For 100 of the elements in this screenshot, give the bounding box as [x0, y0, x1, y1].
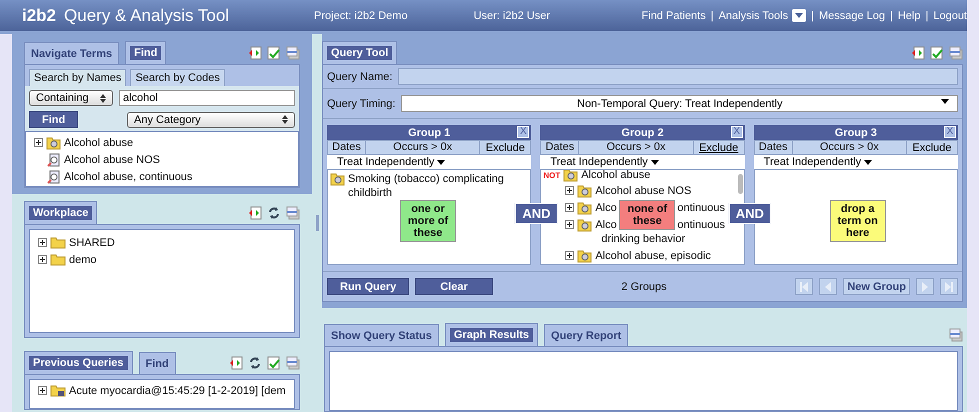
term-folder-icon [330, 172, 345, 186]
expand-icon[interactable] [565, 186, 574, 195]
group-mode-select[interactable]: Treat Independently [540, 155, 745, 169]
group-term[interactable]: Alcohol abuse [581, 170, 650, 181]
menu-link[interactable]: Analysis Tools [718, 9, 806, 22]
check-document-icon[interactable] [930, 46, 944, 60]
refresh-icon[interactable] [248, 356, 262, 370]
term-folder-icon [577, 218, 592, 232]
term-folder-icon [577, 248, 592, 262]
export-icon[interactable] [911, 46, 925, 60]
last-icon [944, 282, 954, 292]
group-mode-select[interactable]: Treat Independently [327, 155, 532, 169]
group-count: 2 Groups [620, 280, 668, 292]
check-document-icon[interactable] [267, 356, 281, 370]
refresh-icon[interactable] [267, 206, 281, 220]
menu-separator: | [710, 10, 714, 22]
group-hint: none of these [619, 200, 676, 230]
dropdown-icon[interactable] [792, 9, 806, 22]
query-tool-tab[interactable]: Query Tool [322, 41, 398, 64]
caret-icon [864, 160, 872, 164]
group-term[interactable]: Alcohol abuse, episodic [595, 250, 711, 262]
folder-icon [50, 236, 66, 249]
app-logo: i2b2 [22, 6, 56, 26]
menu-link[interactable]: Message Log [818, 10, 885, 22]
panel-tab[interactable]: Previous Queries [24, 351, 132, 374]
window-icon[interactable] [949, 46, 963, 60]
group-term[interactable]: Alco [595, 202, 622, 214]
clear-button[interactable]: Clear [415, 278, 493, 295]
user-label: User: i2b2 User [474, 10, 550, 22]
search-field[interactable]: alcohol [119, 90, 295, 106]
caret-icon [650, 160, 659, 164]
window-icon[interactable] [286, 46, 300, 60]
dates-label[interactable]: Dates [541, 141, 580, 154]
panel-tab[interactable]: Graph Results [444, 323, 538, 346]
group-term-fragment: drinking behavior [601, 232, 686, 244]
dates-label[interactable]: Dates [328, 141, 366, 154]
expand-icon[interactable] [565, 220, 574, 229]
window-icon[interactable] [949, 328, 963, 342]
caret-icon [941, 99, 949, 104]
right-arrow-icon [920, 282, 930, 292]
expand-icon[interactable] [38, 255, 47, 264]
export-icon[interactable] [248, 46, 262, 60]
term-document-icon [46, 152, 61, 166]
new-group-button[interactable]: New Group [843, 278, 910, 295]
query-folder-icon [50, 384, 66, 397]
panel-tab[interactable]: Find [125, 41, 166, 64]
expand-icon[interactable] [565, 203, 574, 212]
search-mode-tab[interactable]: Search by Names [29, 69, 126, 86]
exclude-toggle[interactable]: Exclude [480, 141, 530, 154]
check-document-icon[interactable] [267, 46, 281, 60]
workplace-folder[interactable]: demo [69, 254, 97, 266]
group-mode-select[interactable]: Treat Independently [754, 155, 958, 169]
group-hint: drop a term on here [830, 200, 886, 242]
category-select[interactable]: Any Category [127, 112, 295, 128]
term-item[interactable]: Alcohol abuse [64, 136, 134, 148]
stepper-icon [100, 94, 106, 102]
panel-tab[interactable]: Show Query Status [324, 324, 439, 346]
menu-link[interactable]: Logout [933, 10, 967, 22]
run-query-button[interactable]: Run Query [327, 278, 410, 295]
expand-icon[interactable] [38, 238, 47, 247]
term-folder-icon [577, 184, 592, 198]
expand-icon[interactable] [38, 386, 47, 395]
exclude-toggle[interactable]: Exclude [694, 141, 744, 154]
panel-tab[interactable]: Workplace [24, 201, 98, 224]
panel-tab[interactable]: Navigate Terms [24, 42, 120, 64]
panel-tab[interactable]: Query Report [544, 324, 628, 346]
menu-link[interactable]: Help [898, 10, 920, 22]
query-timing-select[interactable]: Non-Temporal Query: Treat Independently [401, 95, 958, 112]
query-name-label: Query Name: [327, 70, 392, 82]
expand-icon[interactable] [565, 251, 574, 260]
match-select[interactable]: Containing [29, 90, 113, 106]
window-icon[interactable] [286, 356, 300, 370]
group-header: Group 2 X [540, 125, 745, 140]
export-icon[interactable] [229, 356, 243, 370]
dates-label[interactable]: Dates [754, 141, 793, 154]
term-document-icon [46, 170, 61, 184]
term-folder-icon [577, 200, 592, 214]
menu-link[interactable]: Find Patients [642, 10, 706, 22]
term-item[interactable]: Alcohol abuse, continuous [64, 170, 192, 182]
occurs-label[interactable]: Occurs > 0x [366, 141, 480, 154]
exclude-toggle[interactable]: Exclude [906, 141, 957, 154]
group-term[interactable]: Alco [595, 218, 622, 230]
scrollbar[interactable] [738, 174, 743, 194]
window-icon[interactable] [286, 206, 300, 220]
panel-tab[interactable]: Find [138, 352, 176, 374]
search-mode-tab[interactable]: Search by Codes [130, 69, 225, 86]
query-timing-label: Query Timing: [327, 98, 396, 110]
app-title: Query & Analysis Tool [64, 6, 230, 26]
export-icon[interactable] [248, 206, 262, 220]
caret-icon [795, 13, 804, 18]
term-item[interactable]: Alcohol abuse NOS [64, 154, 160, 166]
find-button[interactable]: Find [29, 111, 78, 128]
workplace-folder[interactable]: SHARED [69, 236, 115, 248]
project-label: Project: i2b2 Demo [314, 10, 408, 22]
occurs-label[interactable]: Occurs > 0x [792, 141, 907, 154]
occurs-label[interactable]: Occurs > 0x [579, 141, 694, 154]
group-hint: one or more of these [400, 200, 456, 242]
group-term[interactable]: Alcohol abuse NOS [595, 184, 692, 196]
query-name-field[interactable] [398, 68, 958, 85]
expand-icon[interactable] [34, 138, 43, 147]
